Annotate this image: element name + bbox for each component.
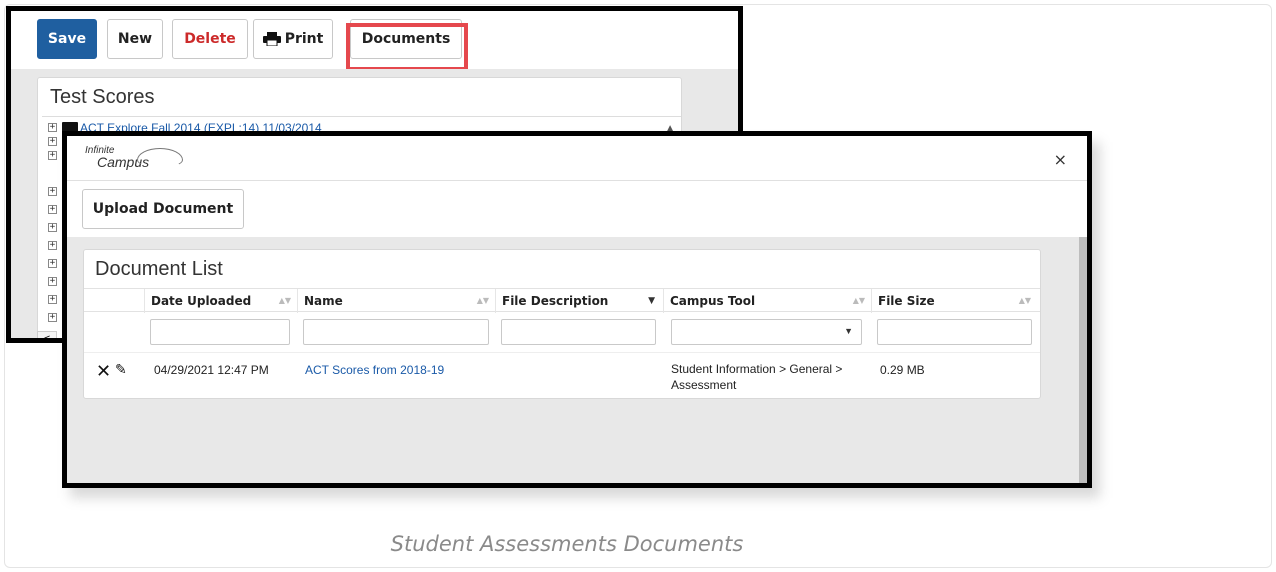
expand-icon[interactable]: +: [48, 123, 57, 132]
new-button[interactable]: New: [107, 19, 163, 59]
upload-document-button[interactable]: Upload Document: [82, 189, 244, 229]
print-label: Print: [284, 31, 324, 47]
column-header-label: File Description: [502, 294, 609, 308]
sort-icon: ▲▼: [1018, 296, 1031, 305]
filter-file-size-input[interactable]: [877, 319, 1032, 345]
expand-icon[interactable]: +: [48, 137, 57, 146]
modal-body: Document List Date Uploaded ▲▼ Name ▲▼ F…: [67, 237, 1087, 483]
column-header-name[interactable]: Name ▲▼: [297, 289, 495, 313]
infinite-campus-logo: Infinite Campus: [85, 146, 183, 169]
expand-icon[interactable]: +: [48, 223, 57, 232]
action-toolbar: Save New Delete Print Documents: [11, 11, 738, 71]
expand-icon[interactable]: +: [48, 241, 57, 250]
cell-file-size: 0.29 MB: [880, 363, 925, 377]
expand-icon[interactable]: +: [48, 313, 57, 322]
filter-campus-tool-select[interactable]: ▼: [671, 319, 862, 345]
column-header-file-size[interactable]: File Size ▲▼: [871, 289, 1037, 313]
filter-date-uploaded-input[interactable]: [150, 319, 290, 345]
expand-icon[interactable]: +: [48, 151, 57, 160]
sort-desc-icon: ▼: [648, 296, 655, 306]
scroll-left-icon[interactable]: <: [37, 331, 57, 338]
documents-highlight-box: [346, 23, 468, 71]
sort-icon: ▲▼: [852, 296, 865, 305]
cell-date-uploaded: 04/29/2021 12:47 PM: [154, 363, 269, 377]
filter-name-input[interactable]: [303, 319, 489, 345]
cell-campus-tool: Student Information > General > Assessme…: [671, 362, 843, 392]
edit-pencil-icon[interactable]: ✎: [115, 362, 127, 378]
expand-icon[interactable]: +: [48, 277, 57, 286]
save-button[interactable]: Save: [37, 19, 97, 59]
expand-icon[interactable]: +: [48, 295, 57, 304]
column-header-campus-tool[interactable]: Campus Tool ▲▼: [663, 289, 871, 313]
test-scores-title: Test Scores: [50, 86, 155, 108]
modal-toolbar: Upload Document: [67, 181, 1087, 237]
documents-modal: Infinite Campus × Upload Document Docume…: [62, 131, 1092, 488]
cell-name-link[interactable]: ACT Scores from 2018-19: [305, 363, 444, 377]
printer-icon: [262, 32, 281, 47]
sort-icon: ▲▼: [476, 296, 489, 305]
expand-icon[interactable]: +: [48, 259, 57, 268]
sort-icon: ▲▼: [278, 296, 291, 305]
table-row: ✕ ✎ 04/29/2021 12:47 PM ACT Scores from …: [84, 352, 1040, 402]
delete-button[interactable]: Delete: [172, 19, 248, 59]
column-header-label: Campus Tool: [670, 294, 756, 308]
column-header-date-uploaded[interactable]: Date Uploaded ▲▼: [144, 289, 297, 313]
close-icon[interactable]: ×: [1054, 150, 1067, 169]
logo-swoosh-icon: [137, 148, 183, 168]
modal-header: Infinite Campus ×: [67, 136, 1087, 181]
column-header-file-description[interactable]: File Description ▼: [495, 289, 663, 313]
modal-scrollbar[interactable]: [1079, 237, 1087, 483]
column-header-label: Name: [304, 294, 343, 308]
column-header-label: Date Uploaded: [151, 294, 252, 308]
document-list-panel: Document List Date Uploaded ▲▼ Name ▲▼ F…: [83, 249, 1041, 399]
expand-icon[interactable]: +: [48, 205, 57, 214]
grid-header-row: Date Uploaded ▲▼ Name ▲▼ File Descriptio…: [84, 288, 1040, 313]
filter-file-description-input[interactable]: [501, 319, 656, 345]
document-list-title: Document List: [95, 258, 223, 280]
column-header-label: File Size: [878, 294, 935, 308]
chevron-down-icon: ▼: [844, 326, 853, 336]
print-button[interactable]: Print: [253, 19, 333, 59]
expand-icon[interactable]: +: [48, 187, 57, 196]
delete-icon[interactable]: ✕: [96, 361, 111, 382]
figure-caption: Student Assessments Documents: [390, 532, 744, 556]
grid-filter-row: ▼: [84, 314, 1040, 350]
